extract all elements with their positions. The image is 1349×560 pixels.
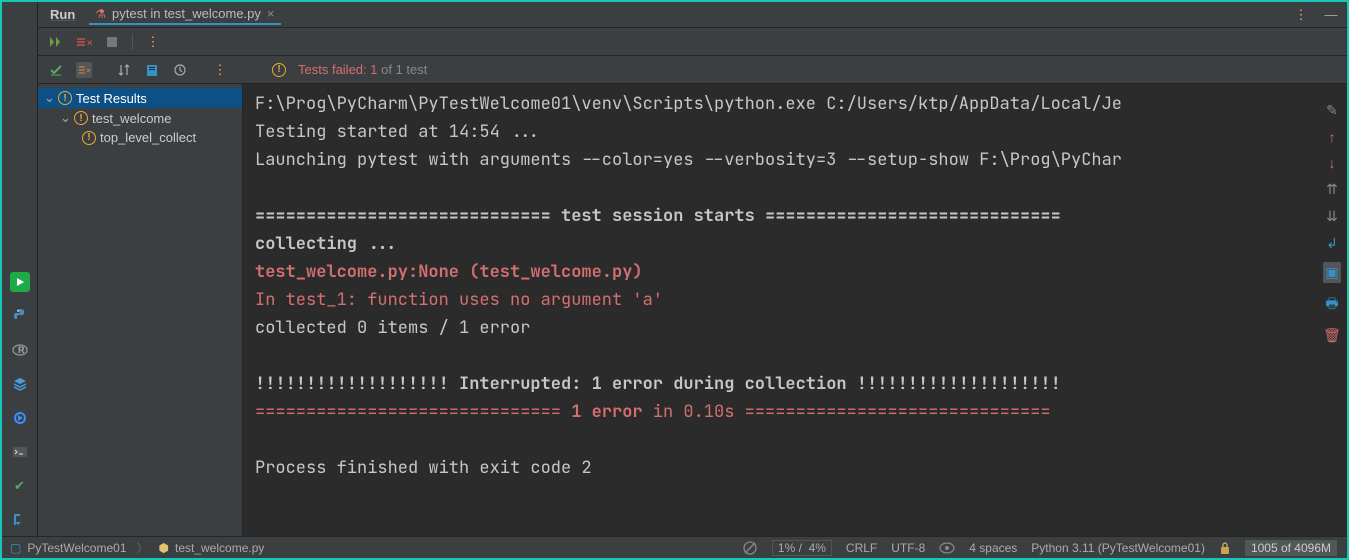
svg-text:✕: ✕	[86, 38, 92, 48]
left-tool-rail: R ✔	[2, 2, 38, 536]
console-line: Testing started at 14:54 ...	[255, 121, 541, 143]
console-line: Launching pytest with arguments --color=…	[255, 149, 1122, 171]
python-console-icon[interactable]	[10, 306, 30, 326]
minimize-icon[interactable]: —	[1323, 7, 1339, 23]
run-toolbar: ✕ ⋮	[38, 28, 1347, 56]
tree-node-label: top_level_collect	[100, 130, 196, 145]
warn-icon: !	[82, 131, 96, 145]
tests-status-icon: !	[272, 63, 286, 77]
tests-failed-suffix: of 1 test	[378, 62, 428, 77]
export-icon[interactable]	[144, 62, 160, 78]
clear-all-icon[interactable]: 🗑	[1323, 327, 1341, 344]
status-bar: ▢ PyTestWelcome01 〉 ⬢ test_welcome.py 1%…	[2, 536, 1347, 558]
sort-icon[interactable]	[116, 62, 132, 78]
pct-label: 4%	[809, 541, 826, 555]
tree-node-collect[interactable]: ! top_level_collect	[38, 128, 242, 147]
rerun-icon[interactable]	[48, 34, 64, 50]
pytest-icon: ⚗	[95, 7, 106, 21]
tests-status-text: Tests failed: 1 of 1 test	[298, 62, 427, 77]
breadcrumb-project[interactable]: PyTestWelcome01	[27, 541, 126, 555]
show-ignored-icon[interactable]: ✕	[76, 62, 92, 78]
console-summary: 1 error	[571, 401, 642, 423]
project-icon: ▢	[10, 541, 21, 555]
memory-indicator[interactable]: 1005 of 4096M	[1245, 540, 1337, 556]
console-exit-line: Process finished with exit code 2	[255, 457, 592, 479]
rerun-failed-icon[interactable]: ✕	[76, 34, 92, 50]
tool-window-header: Run ⚗ pytest in test_welcome.py × ⋮ —	[38, 2, 1347, 28]
console-error-line: In test_1: function uses no argument 'a'	[255, 289, 663, 311]
breadcrumb-file[interactable]: test_welcome.py	[175, 541, 264, 555]
lock-icon[interactable]	[1219, 541, 1231, 555]
chevron-right-icon: 〉	[133, 539, 153, 556]
run-tool-icon[interactable]	[10, 272, 30, 292]
down-arrow-icon[interactable]: ↓	[1329, 155, 1336, 171]
breadcrumb[interactable]: ▢ PyTestWelcome01 〉 ⬢ test_welcome.py	[2, 539, 264, 556]
console-line: test session starts	[551, 205, 765, 227]
history-icon[interactable]	[172, 62, 188, 78]
run-config-tab-label: pytest in test_welcome.py	[112, 6, 261, 21]
console-line: collected 0 items / 1 error	[255, 317, 530, 339]
console-line: ==============================	[255, 401, 571, 423]
console-line: ==============================	[734, 401, 1050, 423]
console-line: =============================	[765, 205, 1061, 227]
up-arrow-icon[interactable]: ↑	[1329, 129, 1336, 145]
test-toolbar: ✕ ⋮ ! Tests failed: 1 of 1 test	[38, 56, 1347, 84]
tests-failed-prefix: Tests failed:	[298, 62, 370, 77]
python-file-icon: ⬢	[159, 541, 169, 555]
cpu-indicator[interactable]: 1% / 4%	[772, 540, 832, 556]
console-line: =============================	[255, 205, 551, 227]
tool-window-body: ⌄ ! Test Results ⌄ ! test_welcome ! top_…	[38, 84, 1347, 536]
services-icon[interactable]	[10, 408, 30, 428]
more-icon[interactable]: ⋮	[1293, 7, 1309, 23]
edit-icon[interactable]: ✎	[1326, 102, 1338, 119]
pct-label: 1%	[778, 541, 795, 555]
console-line: in 0.10s	[643, 401, 735, 423]
sync-icon[interactable]	[742, 540, 758, 556]
show-passed-icon[interactable]	[48, 62, 64, 78]
stop-icon[interactable]	[104, 34, 120, 50]
console-line: F:\Prog\PyCharm\PyTestWelcome01\venv\Scr…	[255, 93, 1122, 115]
expand-icon[interactable]: ⇊	[1326, 208, 1338, 225]
console-line: !!!!!!!!!!!!!!!!!!! Interrupted: 1 error…	[255, 373, 1061, 395]
line-ending-indicator[interactable]: CRLF	[846, 541, 877, 555]
svg-text:R: R	[18, 345, 25, 355]
console-line: collecting ...	[255, 233, 408, 255]
print-icon[interactable]: 🖶	[1325, 293, 1338, 317]
terminal-icon[interactable]	[10, 442, 30, 462]
collapse-icon[interactable]: ⇈	[1326, 181, 1338, 198]
console-error-line: test_welcome.py:None (test_welcome.py)	[255, 261, 643, 283]
tests-failed-count: 1	[370, 62, 377, 77]
chevron-down-icon[interactable]: ⌄	[60, 110, 70, 126]
r-console-icon[interactable]: R	[10, 340, 30, 360]
toolbar-more-icon[interactable]: ⋮	[145, 34, 161, 50]
tree-root[interactable]: ⌄ ! Test Results	[38, 88, 242, 108]
warn-icon: !	[58, 91, 72, 105]
svg-text:✕: ✕	[86, 68, 91, 75]
encoding-indicator[interactable]: UTF-8	[891, 541, 925, 555]
console-output[interactable]: F:\Prog\PyCharm\PyTestWelcome01\venv\Scr…	[243, 84, 1347, 536]
test-tree[interactable]: ⌄ ! Test Results ⌄ ! test_welcome ! top_…	[38, 84, 243, 536]
interpreter-indicator[interactable]: Python 3.11 (PyTestWelcome01)	[1031, 541, 1205, 555]
scroll-to-end-icon[interactable]: ▣	[1323, 262, 1340, 283]
soft-wrap-icon[interactable]: ↲	[1326, 235, 1338, 252]
tool-window-title[interactable]: Run	[46, 7, 79, 22]
run-tool-window: Run ⚗ pytest in test_welcome.py × ⋮ — ✕ …	[38, 2, 1347, 536]
problems-icon[interactable]: ✔	[10, 476, 30, 496]
warn-icon: !	[74, 111, 88, 125]
git-icon[interactable]	[10, 510, 30, 530]
run-config-tab[interactable]: ⚗ pytest in test_welcome.py ×	[89, 4, 280, 25]
close-tab-icon[interactable]: ×	[267, 6, 275, 21]
tree-node-label: test_welcome	[92, 111, 171, 126]
test-settings-more-icon[interactable]: ⋮	[212, 62, 228, 78]
readonly-icon[interactable]	[939, 540, 955, 556]
layers-icon[interactable]	[10, 374, 30, 394]
chevron-down-icon[interactable]: ⌄	[44, 90, 54, 106]
console-side-toolbar: ✎ ↑ ↓ ⇈ ⇊ ↲ ▣ 🖶 🗑	[1321, 102, 1343, 344]
tree-node-welcome[interactable]: ⌄ ! test_welcome	[38, 108, 242, 128]
tree-root-label: Test Results	[76, 91, 147, 106]
indent-indicator[interactable]: 4 spaces	[969, 541, 1017, 555]
